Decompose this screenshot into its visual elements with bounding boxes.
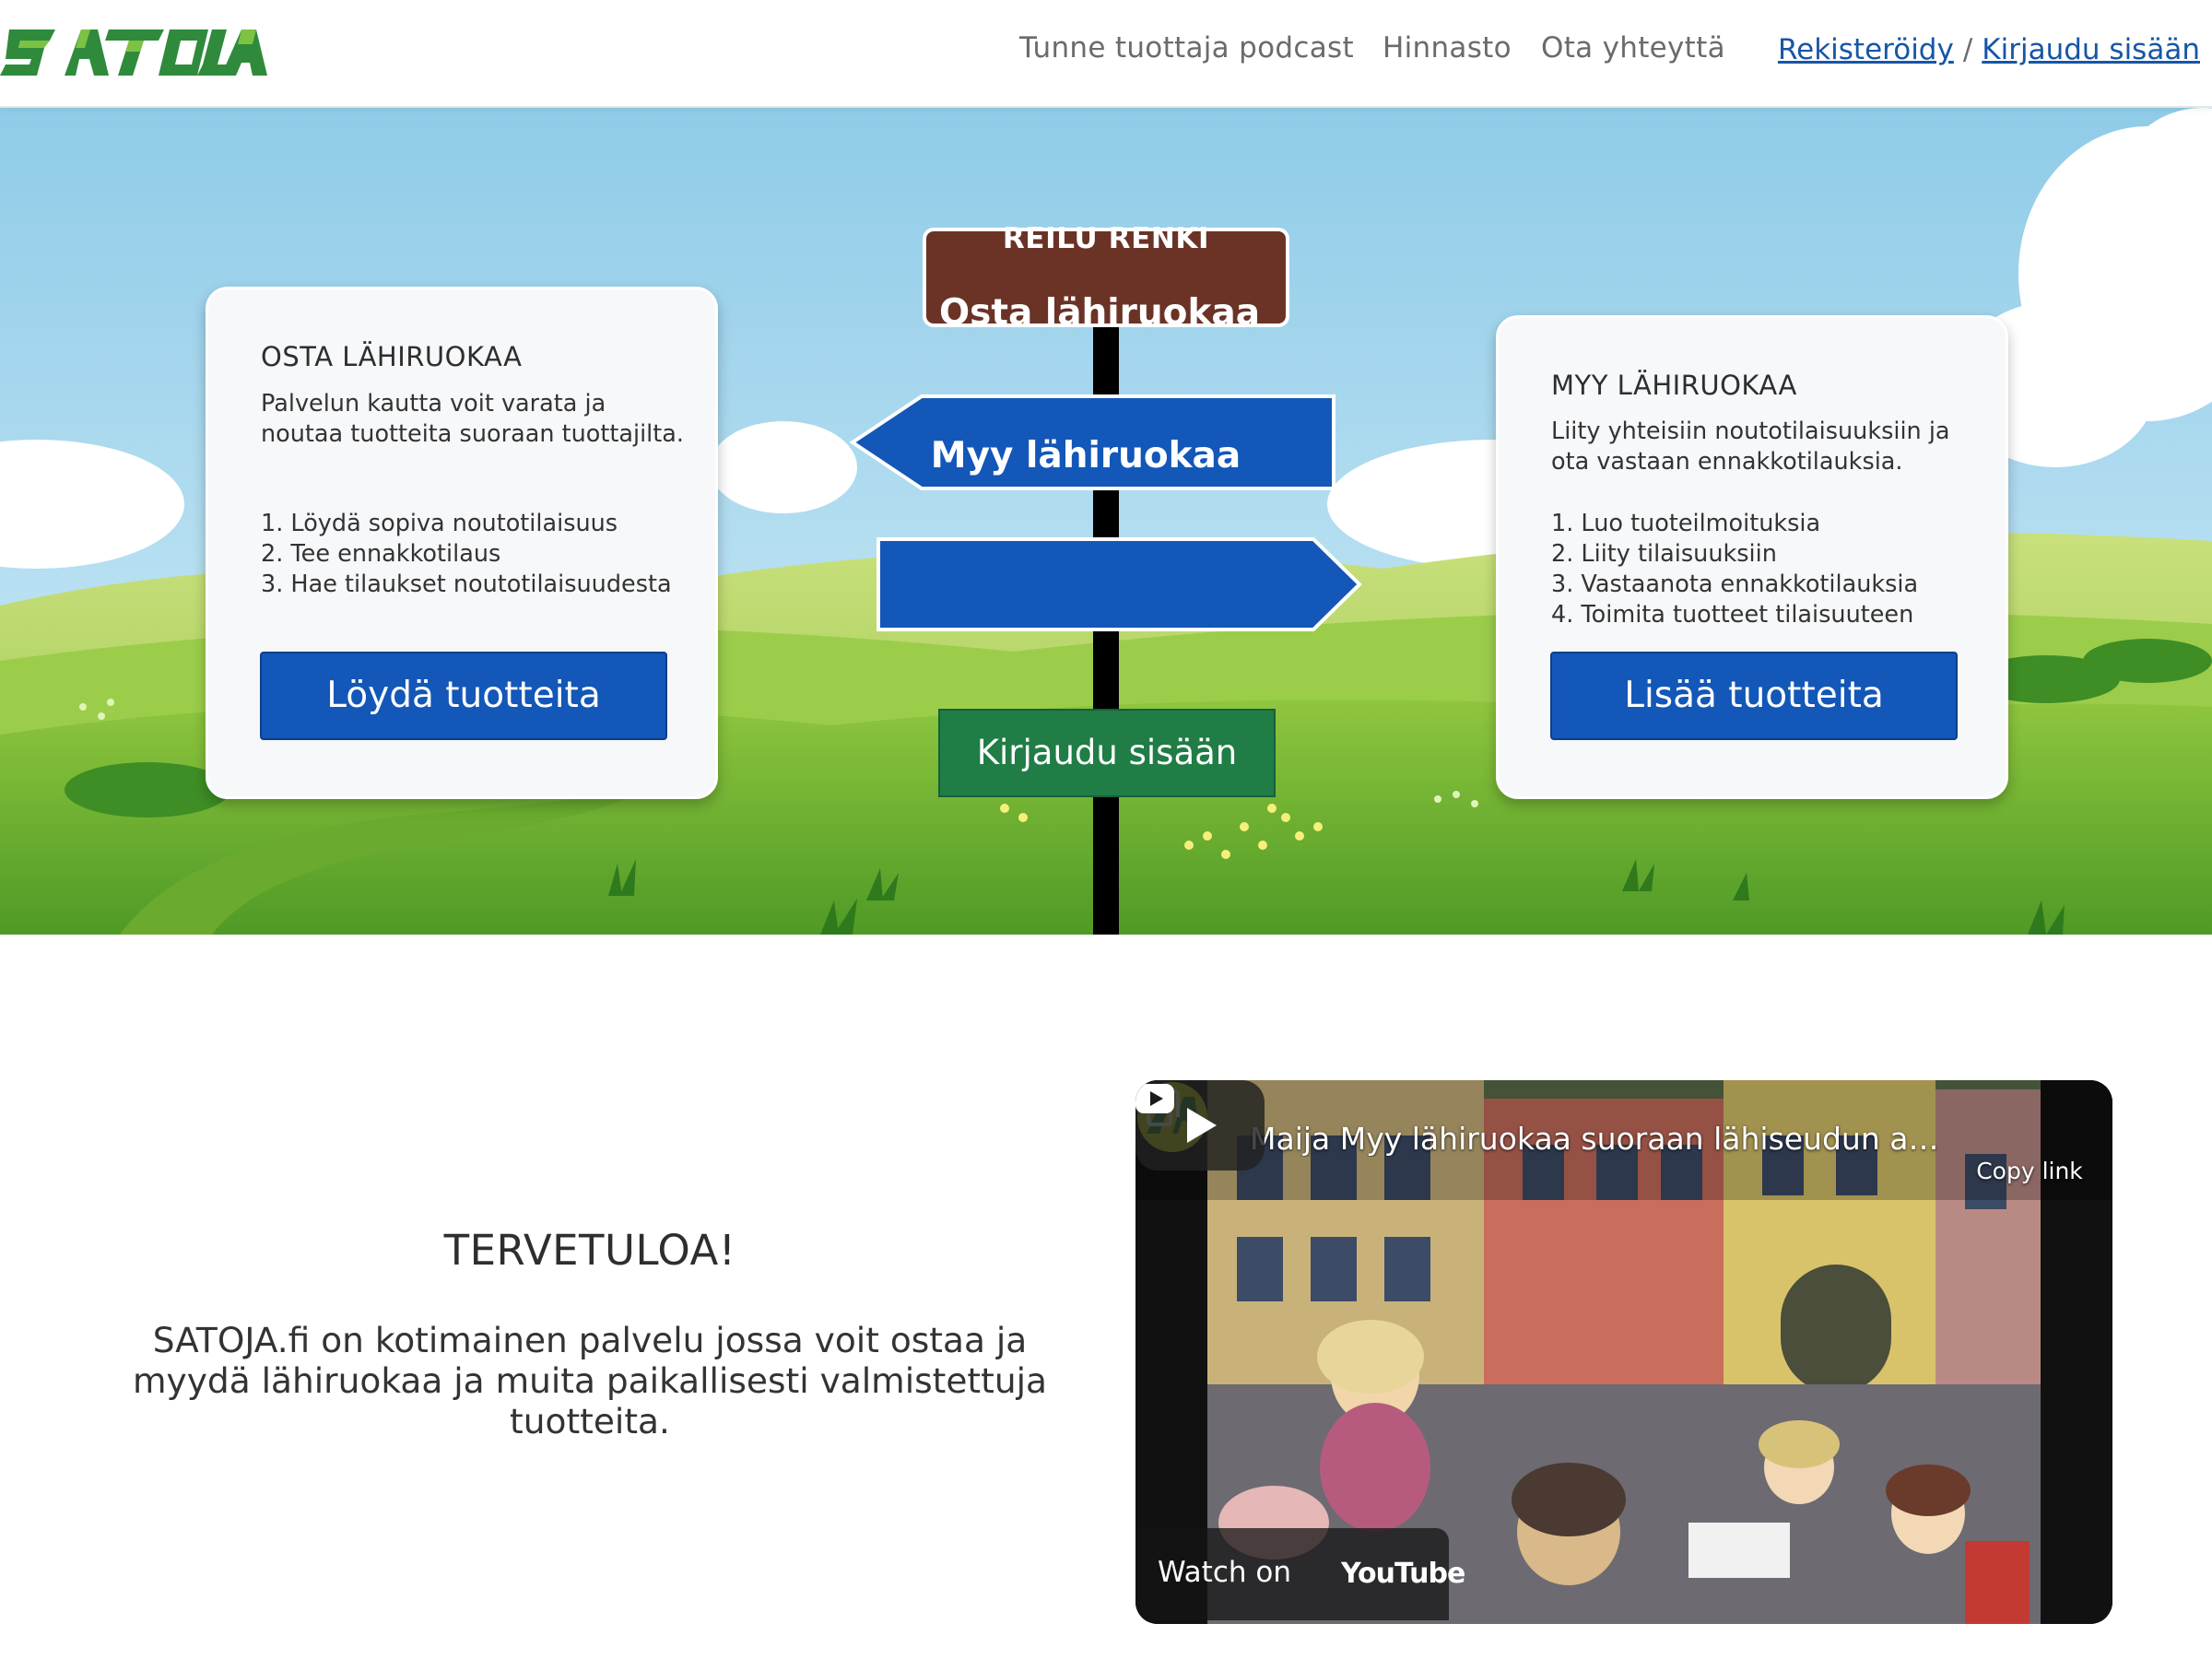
register-link[interactable]: Rekisteröidy — [1778, 33, 1954, 66]
auth-links: Rekisteröidy / Kirjaudu sisään — [1778, 33, 2200, 66]
youtube-wordmark: YouTube — [1341, 1558, 1465, 1590]
satoja-logo[interactable] — [0, 20, 267, 85]
nav-pricing-link[interactable]: Hinnasto — [1382, 31, 1512, 65]
sell-step: 2. Liity tilaisuuksiin — [1551, 540, 1777, 568]
add-products-button[interactable]: Lisää tuotteita — [1550, 652, 1958, 740]
sign-right-arrow — [877, 537, 1362, 631]
sell-step: 4. Toimita tuotteet tilaisuuteen — [1551, 601, 1914, 629]
buy-card-steps: 1. Löydä sopiva noutotilaisuus 2. Tee en… — [261, 509, 676, 600]
sign-myy-lahiruokaa[interactable]: Myy lähiruokaa — [883, 411, 1288, 501]
sell-step: 1. Luo tuoteilmoituksia — [1551, 510, 1821, 537]
auth-separator: / — [1962, 33, 1973, 66]
nav-podcast-link[interactable]: Tunne tuottaja podcast — [1019, 31, 1354, 65]
buy-local-food-card: OSTA LÄHIRUOKAA Palvelun kautta voit var… — [206, 287, 718, 799]
video-title[interactable]: Maija Myy lähiruokaa suoraan lähiseudun … — [1250, 1121, 1950, 1157]
welcome-text: SATOJA.fi on kotimainen palvelu jossa vo… — [132, 1320, 1047, 1441]
buy-step: 3. Hae tilaukset noutotilaisuudesta — [261, 571, 672, 598]
hero-banner: REILU RENKI Osta lähiruokaa Myy lähiruok… — [0, 108, 2212, 935]
sell-local-food-card: MYY LÄHIRUOKAA Liity yhteisiin noutotila… — [1496, 315, 2008, 799]
login-link[interactable]: Kirjaudu sisään — [1982, 33, 2200, 66]
find-products-button[interactable]: Löydä tuotteita — [260, 652, 667, 740]
sell-card-title: MYY LÄHIRUOKAA — [1551, 370, 1797, 401]
sign-login-button[interactable]: Kirjaudu sisään — [938, 709, 1276, 797]
youtube-logo-icon[interactable] — [1135, 1080, 1274, 1117]
site-header: Tunne tuottaja podcast Hinnasto Ota yhte… — [0, 0, 2212, 108]
sell-card-steps: 1. Luo tuoteilmoituksia 2. Liity tilaisu… — [1551, 509, 1966, 630]
youtube-video-embed[interactable]: Maija Myy lähiruokaa suoraan lähiseudun … — [1135, 1080, 2112, 1624]
watch-on-label[interactable]: Watch on — [1158, 1556, 1291, 1589]
buy-card-title: OSTA LÄHIRUOKAA — [261, 341, 523, 372]
sell-step: 3. Vastaanota ennakkotilauksia — [1551, 571, 1919, 598]
buy-step: 2. Tee ennakkotilaus — [261, 540, 501, 568]
copy-link-label[interactable]: Copy link — [1965, 1158, 2094, 1184]
buy-step: 1. Löydä sopiva noutotilaisuus — [261, 510, 618, 537]
sell-card-text: Liity yhteisiin noutotilaisuuksiin ja ot… — [1551, 418, 1950, 476]
nav-contact-link[interactable]: Ota yhteyttä — [1541, 31, 1725, 65]
buy-card-text: Palvelun kautta voit varata ja noutaa tu… — [261, 390, 684, 448]
sign-osta-lahiruokaa[interactable]: Osta lähiruokaa — [922, 267, 1277, 359]
welcome-title: TERVETULOA! — [443, 1226, 736, 1275]
